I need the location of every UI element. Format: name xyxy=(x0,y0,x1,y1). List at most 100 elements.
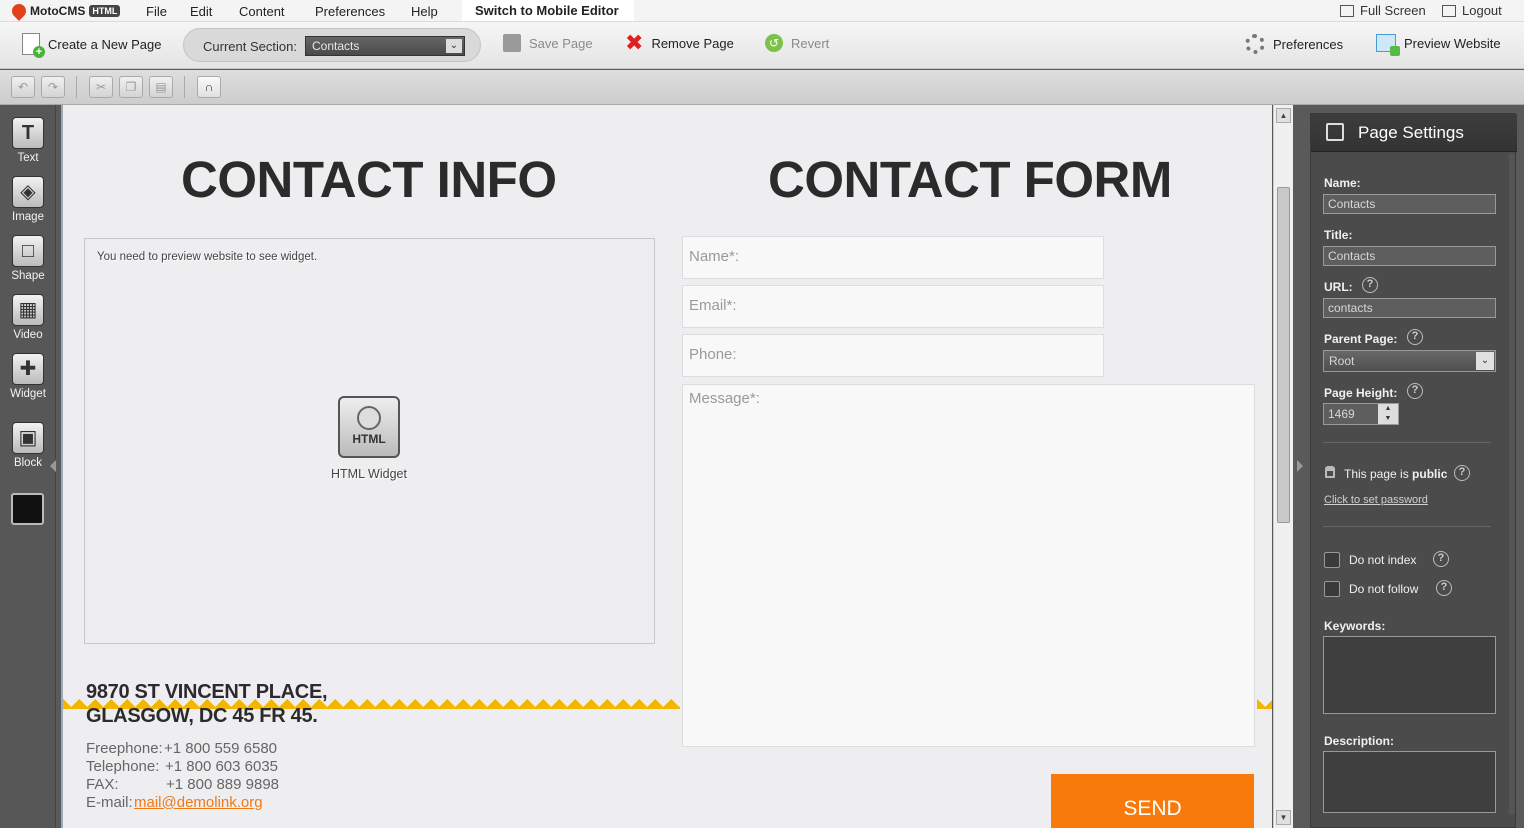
collapse-right-arrow-icon[interactable] xyxy=(1297,460,1303,472)
preview-website-button[interactable]: Preview Website xyxy=(1376,34,1501,56)
logout-button[interactable]: Logout xyxy=(1442,3,1502,18)
address-block[interactable]: 9870 ST VINCENT PLACE, GLASGOW, DC 45 FR… xyxy=(86,680,328,728)
collapse-left-arrow-icon[interactable] xyxy=(50,460,56,472)
magnet-icon[interactable]: ∩ xyxy=(197,76,221,98)
no-index-checkbox[interactable] xyxy=(1324,552,1340,568)
stepper-arrows-icon[interactable]: ▲ ▼ xyxy=(1378,404,1398,424)
description-textarea[interactable] xyxy=(1323,751,1496,813)
floppy-icon xyxy=(503,34,521,52)
panel-scroll-track[interactable] xyxy=(1509,154,1515,814)
menu-edit[interactable]: Edit xyxy=(190,4,212,19)
tool-widget[interactable]: ✚ Widget xyxy=(0,353,56,400)
tool-text[interactable]: T Text xyxy=(0,117,56,164)
undo-icon[interactable]: ↶ xyxy=(11,76,35,98)
app-badge: HTML xyxy=(89,5,121,17)
chevron-down-icon: ⌄ xyxy=(1476,352,1494,370)
no-index-label: Do not index xyxy=(1349,553,1417,567)
page-settings-panel: Page Settings Name: Contacts Title: Cont… xyxy=(1310,113,1517,828)
menu-preferences[interactable]: Preferences xyxy=(315,4,385,19)
tool-block-label: Block xyxy=(13,457,43,469)
logout-label: Logout xyxy=(1462,3,1502,18)
tool-shape[interactable]: □ Shape xyxy=(0,235,56,282)
keywords-textarea[interactable] xyxy=(1323,636,1496,714)
phone-field[interactable]: Phone: xyxy=(682,334,1104,377)
set-password-link[interactable]: Click to set password xyxy=(1324,494,1428,506)
remove-page-button[interactable]: ✖ Remove Page xyxy=(625,30,734,55)
contact-form-heading[interactable]: CONTACT FORM xyxy=(768,150,1172,209)
contact-details[interactable]: Freephone:+1 800 559 6580 Telephone: +1 8… xyxy=(86,740,279,812)
page-height-stepper[interactable]: 1469 ▲ ▼ xyxy=(1323,403,1399,425)
tool-image-label: Image xyxy=(12,211,44,223)
redo-icon[interactable]: ↷ xyxy=(41,76,65,98)
tool-video[interactable]: ▦ Video xyxy=(0,294,56,341)
parent-page-select[interactable]: Root ⌄ xyxy=(1323,350,1496,372)
panel-divider xyxy=(1323,442,1491,443)
revert-label: Revert xyxy=(791,35,830,51)
current-section-select[interactable]: Contacts ⌄ xyxy=(305,36,465,56)
page-title-input[interactable]: Contacts xyxy=(1323,246,1496,266)
name-label: Name: xyxy=(1324,176,1361,190)
page-name-input[interactable]: Contacts xyxy=(1323,194,1496,214)
html-widget-block[interactable]: You need to preview website to see widge… xyxy=(84,238,655,644)
no-follow-checkbox[interactable] xyxy=(1324,581,1340,597)
save-page-button[interactable]: Save Page xyxy=(503,34,593,52)
gear-icon xyxy=(1245,34,1265,54)
message-field[interactable]: Message*: xyxy=(682,384,1255,747)
scroll-down-icon[interactable]: ▼ xyxy=(1276,810,1291,825)
edit-toolbar: ↶ ↷ ✂ ❐ ▤ ∩ xyxy=(0,70,1524,105)
unlock-icon xyxy=(1325,466,1335,478)
send-button[interactable]: SEND xyxy=(1051,774,1254,828)
page-height-value: 1469 xyxy=(1328,407,1355,421)
shape-icon: □ xyxy=(12,235,44,267)
contact-info-heading[interactable]: CONTACT INFO xyxy=(181,150,557,209)
name-field[interactable]: Name*: xyxy=(682,236,1104,279)
url-help-icon[interactable]: ? xyxy=(1362,277,1378,293)
revert-button[interactable]: ↺ Revert xyxy=(765,34,829,52)
no-index-help-icon[interactable]: ? xyxy=(1433,551,1449,567)
full-screen-label: Full Screen xyxy=(1360,3,1426,18)
menu-help[interactable]: Help xyxy=(411,4,438,19)
create-page-button[interactable]: + Create a New Page xyxy=(22,33,161,58)
logout-icon xyxy=(1442,4,1456,17)
block-icon: ▣ xyxy=(12,422,44,454)
url-label: URL: xyxy=(1324,280,1353,294)
current-section-value: Contacts xyxy=(312,39,360,53)
full-screen-button[interactable]: Full Screen xyxy=(1340,3,1426,18)
description-label: Description: xyxy=(1324,734,1395,748)
widget-icon: ✚ xyxy=(12,353,44,385)
color-picker-swatch[interactable] xyxy=(11,493,44,525)
preferences-button[interactable]: Preferences xyxy=(1245,34,1343,54)
save-page-label: Save Page xyxy=(529,35,593,51)
tool-block[interactable]: ▣ Block xyxy=(0,422,56,469)
tool-image[interactable]: ◈ Image xyxy=(0,176,56,223)
telephone-row: Telephone: +1 800 603 6035 xyxy=(86,758,279,776)
scroll-up-icon[interactable]: ▲ xyxy=(1276,108,1291,123)
menu-content[interactable]: Content xyxy=(239,4,285,19)
email-link[interactable]: mail@demolink.org xyxy=(134,794,263,811)
tool-widget-label: Widget xyxy=(10,388,46,400)
new-page-icon: + xyxy=(22,33,45,58)
page-height-help-icon[interactable]: ? xyxy=(1407,383,1423,399)
widget-preview-message: You need to preview website to see widge… xyxy=(97,251,318,263)
email-field[interactable]: Email*: xyxy=(682,285,1104,328)
switch-mobile-editor-button[interactable]: Switch to Mobile Editor xyxy=(462,0,634,21)
paste-icon[interactable]: ▤ xyxy=(149,76,173,98)
canvas-scrollbar[interactable]: ▲ ▼ xyxy=(1273,105,1293,828)
public-help-icon[interactable]: ? xyxy=(1454,465,1470,481)
editor-canvas[interactable]: CONTACT INFO CONTACT FORM You need to pr… xyxy=(61,105,1272,828)
flame-icon xyxy=(9,1,29,21)
no-follow-help-icon[interactable]: ? xyxy=(1436,580,1452,596)
fax-value: +1 800 889 9898 xyxy=(166,776,280,793)
scrollbar-thumb[interactable] xyxy=(1277,187,1290,523)
address-line-1: 9870 ST VINCENT PLACE, xyxy=(86,681,328,703)
page-url-input[interactable]: contacts xyxy=(1323,298,1496,318)
parent-page-help-icon[interactable]: ? xyxy=(1407,329,1423,345)
image-icon: ◈ xyxy=(12,176,44,208)
public-status: This page is public xyxy=(1344,467,1447,481)
cut-icon[interactable]: ✂ xyxy=(89,76,113,98)
fax-label: FAX: xyxy=(86,776,119,793)
copy-icon[interactable]: ❐ xyxy=(119,76,143,98)
page-settings-icon xyxy=(1326,123,1344,141)
menu-file[interactable]: File xyxy=(146,4,167,19)
remove-icon: ✖ xyxy=(625,30,644,55)
